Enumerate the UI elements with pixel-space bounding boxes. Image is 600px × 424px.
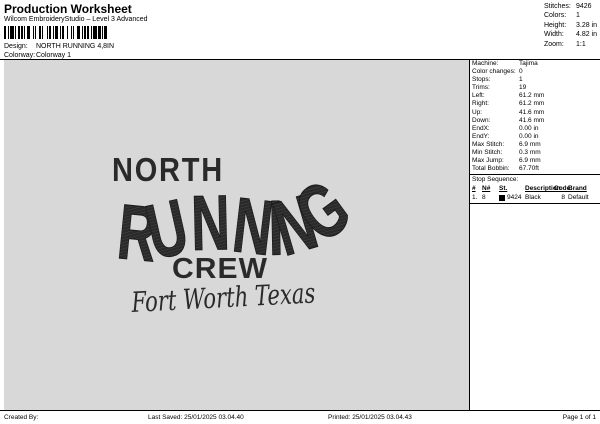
design-line-fort-worth: Fort Worth Texas bbox=[130, 276, 316, 319]
stat-colors: Colors: 1 bbox=[544, 12, 580, 20]
sequence-divider bbox=[470, 203, 600, 205]
colorway-label: Colorway: bbox=[4, 52, 36, 59]
machine-info-row: EndX: 0.00 in bbox=[472, 124, 539, 132]
machine-info-row: Down: 41.6 mm bbox=[472, 116, 545, 124]
stop-sequence-header: # N# St. Description Code Brand bbox=[472, 185, 587, 193]
printed-date: Printed: 25/01/2025 03.04.43 bbox=[328, 414, 412, 421]
design-stats: Stitches: 9426 Colors: 1 Height: 3.28 in Wi… bbox=[544, 2, 600, 49]
machine-info-row: Min Stitch: 0.3 mm bbox=[472, 149, 541, 157]
last-saved: Last Saved: 25/01/2025 03.04.40 bbox=[148, 414, 244, 421]
colorway-row: Colorway: Colorway 1 bbox=[4, 52, 71, 59]
machine-info-row: Total Bobbin: 67.70ft bbox=[472, 165, 539, 173]
machine-info-row: Up: 41.6 mm bbox=[472, 108, 545, 116]
stat-width: Width: 4.82 in bbox=[544, 31, 598, 39]
machine-info-panel: Machine: Tajima Color changes: 0 Stops: 1 Trim… bbox=[469, 60, 600, 410]
design-preview: NORTH RUNNING CREW Fort Worth Texas bbox=[4, 60, 469, 410]
thread-swatch bbox=[499, 194, 505, 201]
panel-divider bbox=[470, 174, 600, 176]
created-by: Created By: bbox=[4, 414, 39, 421]
machine-info-row: Left: 61.2 mm bbox=[472, 92, 545, 100]
design-row: Design: NORTH RUNNING 4,8IN bbox=[4, 43, 114, 50]
machine-info-row: Stops: 1 bbox=[472, 76, 523, 84]
machine-info-row: Color changes: 0 bbox=[472, 68, 523, 76]
stop-sequence-title: Stop Sequence: bbox=[472, 176, 519, 184]
design-value: NORTH RUNNING 4,8IN bbox=[36, 43, 115, 50]
machine-info-row: Machine: Tajima bbox=[472, 60, 538, 67]
stop-sequence-row: 1. 8 9424 Black 8 Default bbox=[472, 194, 589, 202]
software-name: Wilcom EmbroideryStudio – Level 3 Advanc… bbox=[4, 16, 148, 23]
machine-info-row: Max Jump: 6.9 mm bbox=[472, 157, 541, 165]
page-number: Page 1 of 1 bbox=[562, 414, 596, 421]
stat-zoom: Zoom: 1:1 bbox=[544, 40, 586, 48]
barcode bbox=[4, 26, 152, 39]
machine-info-row: Trims: 19 bbox=[472, 84, 527, 92]
design-label: Design: bbox=[4, 43, 28, 50]
colorway-value: Colorway 1 bbox=[36, 52, 72, 59]
stat-stitches: Stitches: 9426 bbox=[544, 3, 592, 10]
machine-info-row: EndY: 0.00 in bbox=[472, 132, 539, 140]
worksheet-title: Production Worksheet bbox=[4, 2, 132, 16]
machine-info-row: Right: 61.2 mm bbox=[472, 100, 545, 108]
embroidery-artwork: NORTH RUNNING CREW Fort Worth Texas bbox=[112, 151, 366, 319]
footer: Created By: Last Saved: 25/01/2025 03.04… bbox=[0, 410, 600, 424]
stat-height: Height: 3.28 in bbox=[544, 21, 598, 29]
machine-info-row: Max Stitch: 6.9 mm bbox=[472, 140, 541, 148]
